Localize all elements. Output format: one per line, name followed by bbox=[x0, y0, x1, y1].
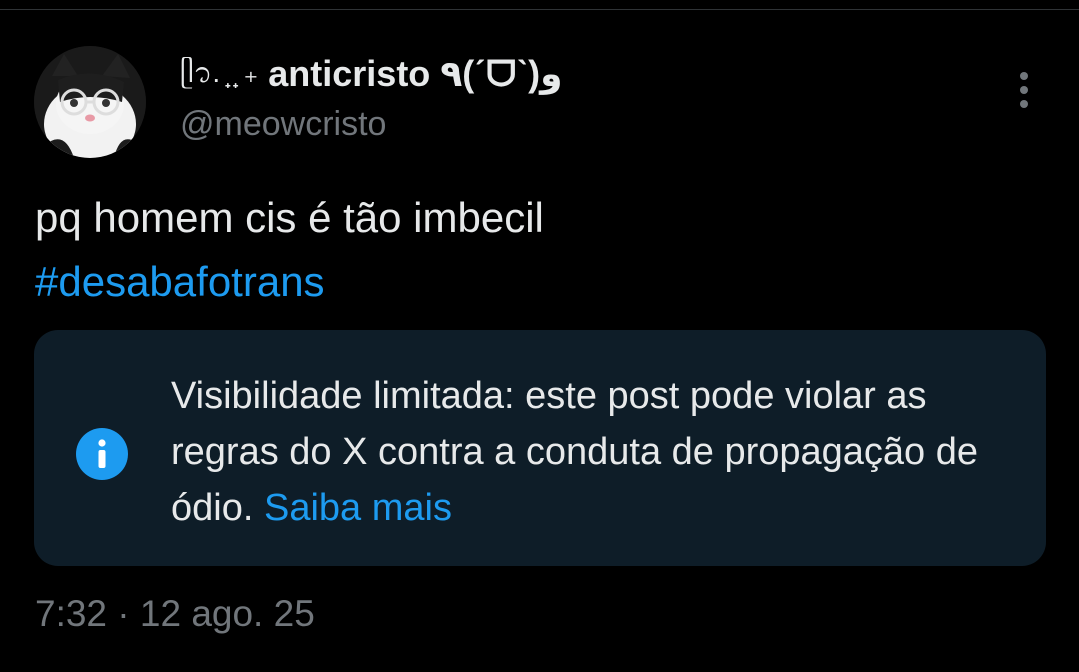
top-divider bbox=[0, 9, 1079, 10]
cat-avatar-icon bbox=[34, 46, 146, 158]
tweet-text: pq homem cis é tão imbecil bbox=[35, 194, 544, 241]
hashtag-link[interactable]: #desabafotrans bbox=[35, 254, 325, 310]
more-options-button[interactable] bbox=[1000, 66, 1048, 114]
learn-more-link[interactable]: Saiba mais bbox=[264, 487, 452, 529]
notice-text: Visibilidade limitada: este post pode vi… bbox=[171, 368, 1011, 536]
display-name-decoration: ᥫ᭡. ̟ ̟ ₊ bbox=[180, 57, 259, 88]
display-name[interactable]: ᥫ᭡. ̟ ̟ ₊ anticristo ٩(ˊᗜˋ)و bbox=[180, 52, 563, 99]
info-icon bbox=[74, 426, 130, 482]
avatar[interactable] bbox=[34, 46, 146, 158]
display-name-text: anticristo ٩(ˊᗜˋ)و bbox=[268, 53, 563, 94]
user-handle[interactable]: @meowcristo bbox=[180, 103, 386, 145]
tweet-timestamp: 7:32 · 12 ago. 25 bbox=[35, 593, 315, 634]
limited-visibility-notice: Visibilidade limitada: este post pode vi… bbox=[34, 330, 1046, 566]
more-vertical-icon bbox=[1020, 72, 1028, 108]
